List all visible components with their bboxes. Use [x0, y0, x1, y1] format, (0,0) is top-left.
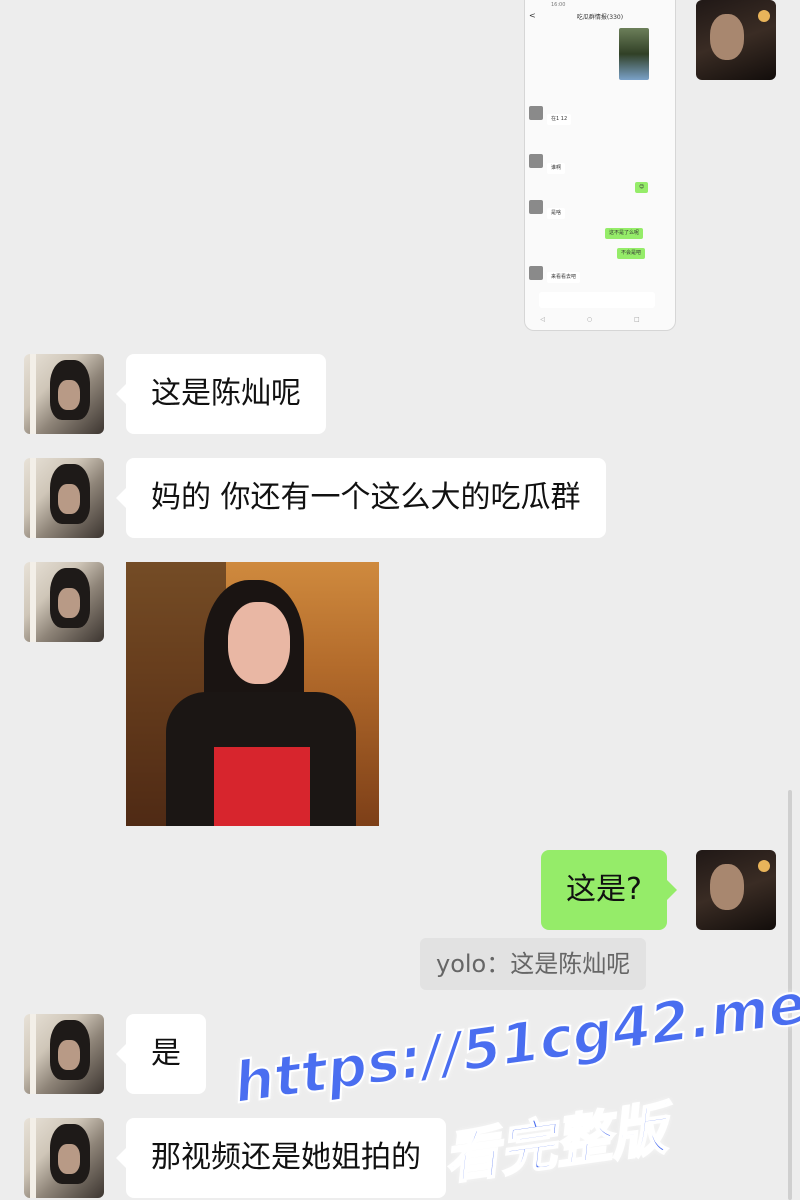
- phone-status-time: 16:00: [551, 2, 566, 8]
- phone-avatar: [529, 200, 543, 214]
- message-bubble[interactable]: 这是陈灿呢: [116, 354, 326, 434]
- phone-message: 这不是了么呢: [605, 228, 644, 239]
- phone-message: 不会是吧: [617, 248, 646, 259]
- avatar-contact[interactable]: [24, 354, 104, 434]
- phone-message: 谁啊: [547, 163, 566, 174]
- avatar-contact[interactable]: [24, 1118, 104, 1198]
- watermark-url: https://51cg42.me: [229, 971, 800, 1118]
- phone-avatar: [529, 106, 543, 120]
- watermark-subtitle: 看完整版: [439, 1096, 672, 1194]
- avatar-self[interactable]: [696, 850, 776, 930]
- phone-nav-bar: ◁ ○ □: [540, 316, 660, 323]
- phone-avatar: [529, 154, 543, 168]
- avatar-self[interactable]: [696, 0, 776, 80]
- avatar-contact[interactable]: [24, 458, 104, 538]
- phone-message: 😊: [635, 182, 649, 193]
- phone-message: 在1 12: [547, 114, 572, 125]
- phone-avatar: [529, 266, 543, 280]
- phone-message: 来看看去吧: [547, 272, 581, 283]
- message-bubble[interactable]: 那视频还是她姐拍的: [116, 1118, 446, 1198]
- message-bubble-self[interactable]: 这是?: [541, 850, 677, 930]
- forwarded-chat-screenshot[interactable]: 16:00 < 吃瓜群情报(330) 在1 12 谁啊 😊 是啥 这不是了么呢 …: [524, 0, 676, 331]
- sticker-image[interactable]: [126, 562, 379, 826]
- message-bubble[interactable]: 是: [116, 1014, 206, 1094]
- phone-chat-title: 吃瓜群情报(330): [576, 14, 624, 21]
- phone-input-field: [539, 292, 655, 308]
- message-bubble[interactable]: 妈的 你还有一个这么大的吃瓜群: [116, 458, 606, 538]
- avatar-contact[interactable]: [24, 1014, 104, 1094]
- phone-message: 是啥: [547, 208, 566, 219]
- phone-video-thumbnail: [619, 28, 649, 80]
- quoted-reply[interactable]: yolo：这是陈灿呢: [420, 938, 647, 990]
- avatar-contact[interactable]: [24, 562, 104, 642]
